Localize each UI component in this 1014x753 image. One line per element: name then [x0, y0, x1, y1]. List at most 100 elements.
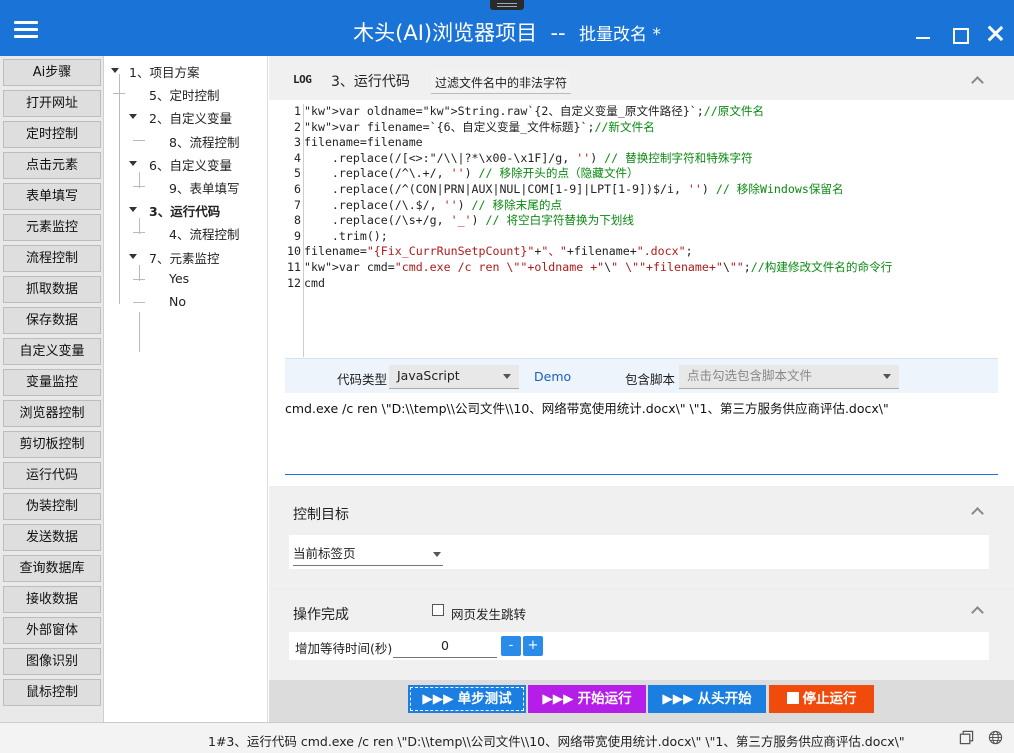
- maximize-icon[interactable]: [948, 22, 970, 44]
- line-number: 3: [294, 135, 301, 150]
- control-target-row: 当前标签页: [289, 535, 989, 569]
- start-run-label: 开始运行: [577, 691, 632, 707]
- tree-expand-icon[interactable]: [129, 160, 137, 166]
- increase-wait-button[interactable]: +: [523, 636, 543, 656]
- nav-button[interactable]: 接收数据: [3, 586, 101, 613]
- code-type-select[interactable]: JavaScript: [389, 365, 519, 389]
- nav-button[interactable]: 抓取数据: [3, 276, 101, 303]
- line-number: 11: [287, 259, 301, 274]
- control-target-select[interactable]: 当前标签页: [293, 544, 443, 566]
- include-script-placeholder: 点击勾选包含脚本文件: [687, 368, 813, 383]
- include-script-select[interactable]: 点击勾选包含脚本文件: [679, 365, 899, 389]
- drag-grip-icon[interactable]: [490, 0, 524, 10]
- include-script-label: 包含脚本: [625, 372, 676, 387]
- from-start-button[interactable]: ▶▶▶ 从头开始: [648, 685, 766, 713]
- project-tree: 1、项目方案 5、定时控制 2、自定义变量 8、流程控制 6、自定义变量 9、表单填写 3、…: [105, 56, 268, 722]
- nav-button[interactable]: 查询数据库: [3, 555, 101, 582]
- nav-button[interactable]: 点击元素: [3, 152, 101, 179]
- close-icon[interactable]: [984, 22, 1006, 44]
- demo-link[interactable]: Demo: [534, 369, 571, 384]
- line-number: 6: [294, 181, 301, 196]
- control-target-title: 控制目标: [293, 507, 349, 523]
- nav-button[interactable]: 伪装控制: [3, 493, 101, 520]
- code-line: .replace(/[<>:"/\\|?*\x00-\x1F]/g, '') /…: [304, 150, 753, 165]
- tree-node[interactable]: No: [169, 294, 186, 309]
- line-number-gutter: 1 2 3 4 5 6 7 8 9 10 11 12: [283, 104, 301, 291]
- code-line: "kw">var filename=`{6、自定义变量_文件标题}`;//新文件…: [304, 119, 655, 134]
- code-type-label: 代码类型: [337, 372, 388, 387]
- line-number: 1: [294, 104, 301, 118]
- nav-button[interactable]: 外部窗体: [3, 617, 101, 644]
- wait-time-label: 增加等待时间(秒): [295, 641, 393, 656]
- page-redirect-checkbox[interactable]: [432, 604, 444, 616]
- tree-expand-icon[interactable]: [111, 68, 119, 73]
- chevron-up-icon[interactable]: [971, 76, 984, 89]
- step-title: 3、运行代码: [331, 74, 410, 90]
- line-number: 10: [287, 244, 301, 259]
- code-line: filename=filename: [304, 135, 423, 150]
- code-options-bar: 代码类型 JavaScript Demo 包含脚本 点击勾选包含脚本文件: [285, 358, 998, 393]
- tree-node[interactable]: 1、项目方案: [129, 62, 199, 81]
- nav-button[interactable]: 变量监控: [3, 369, 101, 396]
- status-text: 1#3、运行代码 cmd.exe /c ren \"D:\\temp\\公司文件…: [208, 734, 905, 749]
- nav-button[interactable]: 图像识别: [3, 648, 101, 675]
- code-result-output: cmd.exe /c ren \"D:\\temp\\公司文件\\10、网络带宽…: [285, 401, 889, 416]
- chevron-up-icon[interactable]: [971, 507, 984, 520]
- step-test-label: 单步测试: [457, 691, 512, 707]
- minimize-icon[interactable]: [912, 22, 934, 44]
- code-lines: "kw">var oldname="kw">String.raw`{2、自定义变…: [304, 104, 892, 291]
- tree-node[interactable]: 7、元素监控: [149, 248, 219, 267]
- code-line: cmd: [304, 275, 325, 290]
- tree-guide-line: [139, 265, 140, 281]
- nav-button[interactable]: 运行代码: [3, 462, 101, 489]
- nav-button[interactable]: 表单填写: [3, 183, 101, 210]
- tree-expand-icon[interactable]: [129, 114, 137, 120]
- tree-node[interactable]: 8、流程控制: [169, 132, 239, 151]
- nav-button[interactable]: 流程控制: [3, 245, 101, 272]
- stop-run-button[interactable]: 停止运行: [769, 685, 874, 713]
- title-bar: 木头(AI)浏览器项目 -- 批量改名 *: [0, 0, 1014, 56]
- nav-button[interactable]: 剪切板控制: [3, 431, 101, 458]
- wait-time-input[interactable]: 0: [393, 634, 497, 658]
- code-line: .replace(/^(CON|PRN|AUX|NUL|COM[1-9]|LPT…: [304, 181, 844, 196]
- tree-guide-line: [139, 172, 140, 188]
- start-run-button[interactable]: ▶▶▶ 开始运行: [528, 685, 646, 713]
- chevron-down-icon: [883, 374, 891, 379]
- globe-icon[interactable]: [988, 730, 1003, 745]
- nav-button[interactable]: Ai步骤: [3, 59, 101, 86]
- nav-button[interactable]: 鼠标控制: [3, 679, 101, 706]
- chevron-up-icon[interactable]: [971, 606, 984, 619]
- nav-button[interactable]: 浏览器控制: [3, 400, 101, 427]
- restore-window-icon[interactable]: [959, 730, 974, 745]
- stop-run-label: 停止运行: [802, 691, 857, 707]
- step-test-button[interactable]: ▶▶▶ 单步测试: [408, 685, 526, 713]
- code-editor[interactable]: 1 2 3 4 5 6 7 8 9 10 11 12 "kw">var oldname="kw">St…: [283, 104, 998, 357]
- tree-expand-icon[interactable]: [129, 253, 137, 259]
- nav-button[interactable]: 自定义变量: [3, 338, 101, 365]
- nav-button[interactable]: 保存数据: [3, 307, 101, 334]
- decrease-wait-button[interactable]: -: [501, 636, 521, 656]
- nav-button[interactable]: 定时控制: [3, 121, 101, 148]
- play-forward-icon: ▶▶▶: [422, 691, 454, 707]
- tree-node[interactable]: 4、流程控制: [169, 224, 239, 243]
- step-note-chip[interactable]: 过滤文件名中的非法字符: [431, 70, 572, 94]
- tree-node[interactable]: 2、自定义变量: [149, 108, 232, 127]
- nav-button[interactable]: 发送数据: [3, 524, 101, 551]
- page-redirect-label: 网页发生跳转: [451, 607, 527, 622]
- tree-node[interactable]: 5、定时控制: [149, 85, 219, 104]
- code-line: "kw">var cmd="cmd.exe /c ren \""+oldname…: [304, 259, 893, 274]
- tree-node[interactable]: Yes: [169, 271, 189, 286]
- window-title: 木头(AI)浏览器项目 -- 批量改名 *: [0, 17, 1014, 47]
- nav-button[interactable]: 元素监控: [3, 214, 101, 241]
- nav-button[interactable]: 打开网址: [3, 90, 101, 117]
- tree-expand-icon[interactable]: [129, 207, 137, 213]
- code-line: .replace(/^\.+/, '') // 移除开头的点（隐藏文件）: [304, 166, 639, 181]
- play-forward-icon: ▶▶▶: [542, 691, 574, 707]
- tree-node[interactable]: 3、运行代码: [149, 201, 220, 220]
- line-number: 7: [294, 197, 301, 212]
- tree-node[interactable]: 9、表单填写: [169, 178, 239, 197]
- play-forward-icon: ▶▶▶: [662, 691, 694, 707]
- tree-connector: [133, 302, 145, 303]
- main-panel: LOG 3、运行代码 过滤文件名中的非法字符 1 2 3 4 5 6 7 8 9 10 11 12 "…: [269, 56, 1014, 680]
- tree-node[interactable]: 6、自定义变量: [149, 155, 232, 174]
